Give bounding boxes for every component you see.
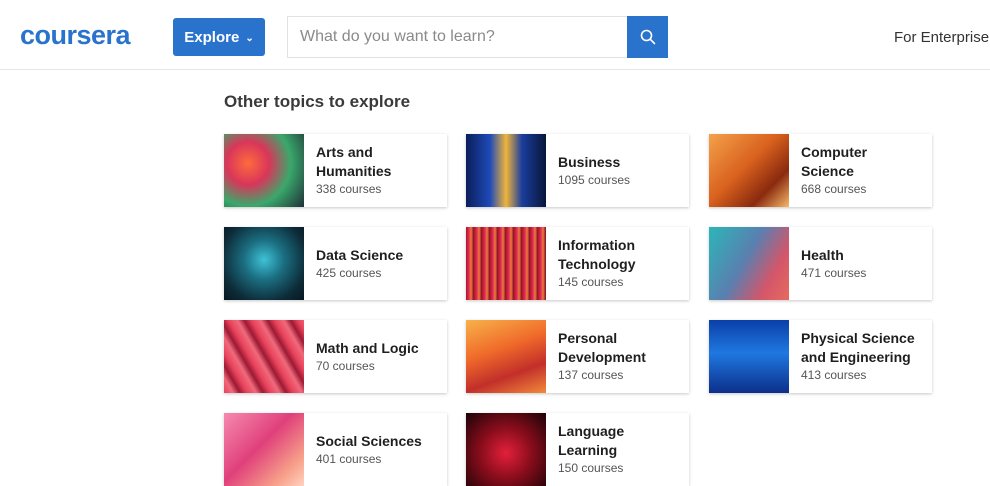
topic-thumbnail bbox=[466, 227, 546, 300]
topic-card-business[interactable]: Business 1095 courses bbox=[466, 134, 689, 207]
topic-course-count: 401 courses bbox=[316, 451, 382, 466]
topic-title: Social Sciences bbox=[316, 432, 422, 449]
topic-title: Arts and Humanities bbox=[316, 144, 392, 179]
topic-title: Information Technology bbox=[558, 237, 636, 272]
topic-thumbnail bbox=[466, 134, 546, 207]
topic-title: Computer Science bbox=[801, 144, 868, 179]
topic-thumbnail bbox=[224, 413, 304, 486]
topic-card-physical-science-and-engineering[interactable]: Physical Science and Engineering 413 cou… bbox=[709, 320, 932, 393]
topic-title: Math and Logic bbox=[316, 339, 419, 356]
topic-card-information-technology[interactable]: Information Technology 145 courses bbox=[466, 227, 689, 300]
topic-course-count: 137 courses bbox=[558, 368, 624, 382]
topic-course-count: 70 courses bbox=[316, 358, 375, 373]
topic-card-data-science[interactable]: Data Science 425 courses bbox=[224, 227, 447, 300]
topic-thumbnail bbox=[224, 134, 304, 207]
topic-card-computer-science[interactable]: Computer Science 668 courses bbox=[709, 134, 932, 207]
topics-grid: Arts and Humanities 338 courses Business… bbox=[0, 0, 990, 486]
topic-course-count: 145 courses bbox=[558, 275, 624, 289]
topic-thumbnail bbox=[466, 413, 546, 486]
topic-thumbnail bbox=[709, 134, 789, 207]
topic-card-arts-and-humanities[interactable]: Arts and Humanities 338 courses bbox=[224, 134, 447, 207]
topic-thumbnail bbox=[466, 320, 546, 393]
topic-thumbnail bbox=[224, 227, 304, 300]
topic-card-math-and-logic[interactable]: Math and Logic 70 courses bbox=[224, 320, 447, 393]
topic-card-language-learning[interactable]: Language Learning 150 courses bbox=[466, 413, 689, 486]
topic-title: Physical Science and Engineering bbox=[801, 330, 915, 365]
topic-course-count: 150 courses bbox=[558, 461, 624, 475]
topic-title: Health bbox=[801, 246, 844, 263]
topic-card-personal-development[interactable]: Personal Development 137 courses bbox=[466, 320, 689, 393]
topic-course-count: 668 courses bbox=[801, 182, 867, 196]
topic-course-count: 1095 courses bbox=[558, 172, 631, 187]
topic-thumbnail bbox=[709, 227, 789, 300]
topic-course-count: 425 courses bbox=[316, 265, 382, 280]
topic-course-count: 413 courses bbox=[801, 368, 867, 382]
topic-course-count: 471 courses bbox=[801, 265, 867, 280]
topic-card-health[interactable]: Health 471 courses bbox=[709, 227, 932, 300]
topic-card-social-sciences[interactable]: Social Sciences 401 courses bbox=[224, 413, 447, 486]
topic-thumbnail bbox=[709, 320, 789, 393]
topic-thumbnail bbox=[224, 320, 304, 393]
topic-course-count: 338 courses bbox=[316, 182, 382, 196]
topic-title: Data Science bbox=[316, 246, 404, 263]
topic-title: Personal Development bbox=[558, 330, 646, 365]
topic-title: Language Learning bbox=[558, 423, 625, 458]
topic-title: Business bbox=[558, 153, 621, 170]
